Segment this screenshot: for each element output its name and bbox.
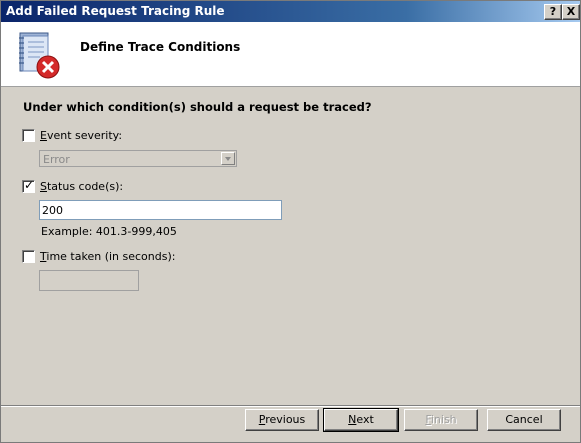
help-button[interactable]: ?	[544, 4, 562, 20]
event-severity-value: Error	[43, 153, 70, 166]
status-code-example: Example: 401.3-999,405	[41, 225, 177, 238]
conditions-question: Under which condition(s) should a reques…	[23, 100, 372, 114]
previous-button[interactable]: Previous	[245, 409, 319, 431]
previous-label: revious	[265, 413, 306, 426]
window-title: Add Failed Request Tracing Rule	[6, 4, 225, 18]
time-taken-input[interactable]	[39, 270, 139, 291]
status-code-input[interactable]	[39, 200, 282, 220]
wizard-header: Define Trace Conditions	[1, 22, 580, 87]
close-button[interactable]: X	[562, 4, 580, 20]
dialog-window: Add Failed Request Tracing Rule ? X Defi…	[0, 0, 581, 443]
finish-label: inish	[430, 413, 457, 426]
next-label: ext	[356, 413, 374, 426]
status-code-hotkey: S	[40, 180, 47, 193]
footer-divider	[1, 405, 580, 407]
event-severity-label-text: vent severity:	[46, 129, 123, 142]
status-code-label-text: tatus code(s):	[46, 180, 124, 193]
title-bar[interactable]: Add Failed Request Tracing Rule ? X	[1, 1, 580, 22]
status-code-label[interactable]: Status code(s):	[40, 180, 123, 193]
next-button[interactable]: Next	[323, 408, 399, 432]
status-code-checkbox[interactable]: ✓	[22, 178, 35, 193]
event-severity-select[interactable]: Error	[39, 150, 237, 167]
chevron-down-icon[interactable]	[221, 152, 235, 165]
finish-button[interactable]: Finish	[404, 409, 478, 431]
cancel-button[interactable]: Cancel	[487, 409, 561, 431]
event-severity-checkbox[interactable]	[22, 129, 35, 142]
time-taken-label[interactable]: Time taken (in seconds):	[40, 250, 175, 263]
checkmark-icon: ✓	[24, 178, 35, 192]
status-code-field[interactable]	[40, 201, 281, 219]
page-title: Define Trace Conditions	[80, 40, 241, 54]
time-taken-checkbox[interactable]	[22, 250, 35, 263]
event-severity-label[interactable]: Event severity:	[40, 129, 122, 142]
time-taken-label-text: ime taken (in seconds):	[46, 250, 176, 263]
log-file-with-error-icon	[19, 32, 60, 79]
event-severity-hotkey: E	[40, 129, 47, 142]
